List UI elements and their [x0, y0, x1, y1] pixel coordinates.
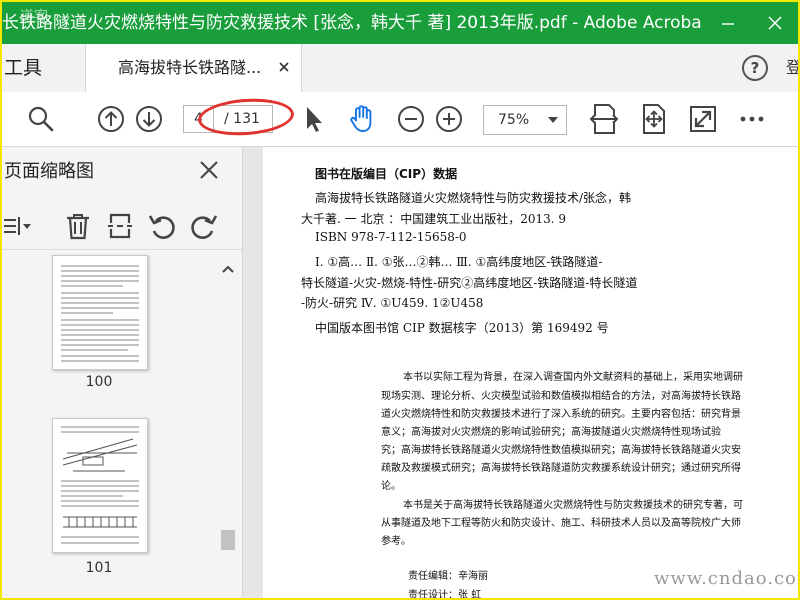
delete-page-button[interactable]: [60, 203, 96, 249]
main-toolbar: 4 / 131 75%: [2, 92, 798, 147]
credit-line: 责任设计：张 虹: [408, 590, 482, 600]
window-title: 长铁路隧道火灾燃烧特性与防灾救援技术 [张念，韩大千 著] 2013年版.pdf…: [2, 13, 702, 33]
abstract-line: 道火灾燃烧特性和防灾救援技术进行了深入系统的研究。主要内容包括：研究背景: [381, 409, 741, 420]
previous-page-button[interactable]: [96, 92, 126, 146]
full-screen-button[interactable]: [688, 92, 718, 146]
cip-line: ISBN 978-7-112-15658-0: [315, 230, 467, 244]
select-tool-button[interactable]: [301, 92, 327, 146]
abstract-line: 从事隧道及地下工程等防火和防灾设计、施工、科研技术人员以及高等院校广大师: [381, 518, 741, 529]
tab-close-icon[interactable]: [277, 60, 291, 74]
scrollbar-thumb[interactable]: [221, 530, 235, 550]
thumbnail-options-button[interactable]: [2, 203, 36, 249]
cip-line: 中国版本图书馆 CIP 数据核字（2013）第 169492 号: [315, 321, 609, 335]
abstract-line: 现场实测、理论分析、火灾模型试验和数值模拟相结合的方法，对高海拔特长铁路: [381, 391, 741, 402]
thumbnail-page-number: 100: [85, 374, 113, 390]
scroll-up-chevron-icon[interactable]: [219, 262, 237, 276]
rotate-right-icon: [191, 215, 218, 239]
credit-line: 责任编辑：辛海丽: [408, 571, 488, 582]
sign-in-link[interactable]: 登: [786, 44, 798, 92]
document-view[interactable]: 图书在版编目（CIP）数据 高海拔特长铁路隧道火灾燃烧特性与防灾救援技术/张念，…: [243, 147, 798, 598]
hand-tool-button[interactable]: [345, 92, 379, 146]
rotate-left-icon: [148, 215, 175, 239]
split-page-icon: [108, 213, 132, 239]
minimize-icon: [722, 23, 734, 25]
abstract-line: 疏散及救援模式研究；高海拔特长铁路隧道防灾救援系统设计研究；通过研究所得: [381, 463, 741, 474]
chevron-down-icon: [548, 117, 558, 123]
doc88-watermark: 道客: [20, 9, 48, 25]
extract-pages-button[interactable]: [102, 203, 138, 249]
fit-page-button[interactable]: [639, 92, 669, 146]
minus-circle-icon: [398, 106, 424, 132]
close-window-button[interactable]: [752, 2, 798, 44]
abstract-line: 论。: [381, 481, 401, 492]
abstract-line: 意义；高海拔对火灾燃烧的影响试验研究；高海拔隧道火灾燃烧特性现场试验: [381, 427, 721, 438]
next-page-button[interactable]: [134, 92, 164, 146]
zoom-in-button[interactable]: [434, 92, 464, 146]
options-menu-icon: [4, 217, 31, 235]
tab-document-label: 高海拔特长铁路隧...: [118, 58, 262, 77]
abstract-line: 参考。: [381, 536, 411, 547]
search-button[interactable]: [24, 92, 58, 146]
rotate-clockwise-button[interactable]: [186, 203, 222, 249]
cip-line: 高海拔特长铁路隧道火灾燃烧特性与防灾救援技术/张念，韩: [315, 191, 632, 205]
plus-circle-icon: [436, 106, 462, 132]
tab-bar: 工具 高海拔特长铁路隧... ? 登: [2, 44, 798, 93]
pdf-page: 图书在版编目（CIP）数据 高海拔特长铁路隧道火灾燃烧特性与防灾救援技术/张念，…: [263, 147, 798, 598]
page-thumbnail-image: [61, 265, 139, 362]
cip-line: 大千著. 一 北京 ：中国建筑工业出版社，2013. 9: [301, 212, 567, 226]
abstract-line: 究；高海拔特长铁路隧道火灾燃烧特性数值模拟研究；高海拔特长铁路隧道火灾安: [381, 445, 741, 456]
cip-line: -防火-研究 Ⅳ. ①U459. 1②U458: [301, 296, 484, 310]
help-icon[interactable]: ?: [742, 55, 768, 81]
cip-line: Ⅰ. ①高… Ⅱ. ①张…②韩… Ⅲ. ①高纬度地区-铁路隧道-: [315, 255, 603, 269]
abstract-line: 本书以实际工程为背景，在深入调查国内外文献资料的基础上，采用实地调研: [403, 372, 743, 383]
minimize-button[interactable]: [705, 2, 751, 44]
site-watermark: www.cndao.com: [654, 568, 800, 589]
close-icon: [768, 16, 782, 30]
tab-tools[interactable]: 工具: [4, 44, 42, 92]
cip-heading: 图书在版编目（CIP）数据: [315, 167, 458, 181]
zoom-level-value: 75%: [498, 112, 530, 128]
pointer-arrow-icon: [307, 107, 322, 132]
trash-icon: [67, 214, 89, 240]
thumbnails-panel: 页面缩略图 100 101: [2, 147, 243, 598]
abstract-line: 本书是关于高海拔特长铁路隧道火灾燃烧特性与防灾救援技术的研究专著，可: [403, 500, 743, 511]
tab-document[interactable]: 高海拔特长铁路隧...: [85, 44, 302, 92]
zoom-level-select[interactable]: 75%: [483, 105, 567, 135]
zoom-out-button[interactable]: [396, 92, 426, 146]
thumbnails-list: 100 101: [2, 250, 242, 598]
search-icon: [28, 106, 54, 132]
page-thumbnail-101[interactable]: [52, 418, 148, 553]
thumbnail-page-number: 101: [85, 560, 113, 576]
more-tools-button[interactable]: [738, 92, 766, 146]
fit-width-button[interactable]: [588, 92, 620, 146]
cip-line: 特长隧道-火灾-燃烧-特性-研究②高纬度地区-铁路隧道-特长隧道: [301, 276, 638, 290]
more-dots-icon: [740, 116, 764, 122]
page-thumbnail-100[interactable]: [52, 255, 148, 370]
thumbnails-panel-title: 页面缩略图: [4, 161, 94, 182]
page-thumbnail-image: [61, 426, 139, 544]
expand-icon: [690, 106, 716, 132]
thumbnails-toolbar: [2, 203, 242, 250]
fit-width-icon: [589, 104, 619, 134]
rotate-counterclockwise-button[interactable]: [144, 203, 180, 249]
app-frame: 长铁路隧道火灾燃烧特性与防灾救援技术 [张念，韩大千 著] 2013年版.pdf…: [0, 0, 800, 600]
arrow-down-circle-icon: [136, 106, 162, 132]
fit-page-icon: [643, 104, 665, 134]
panel-close-icon[interactable]: [198, 159, 220, 181]
title-bar: 长铁路隧道火灾燃烧特性与防灾救援技术 [张念，韩大千 著] 2013年版.pdf…: [2, 2, 798, 44]
hand-icon: [350, 105, 372, 132]
arrow-up-circle-icon: [98, 106, 124, 132]
